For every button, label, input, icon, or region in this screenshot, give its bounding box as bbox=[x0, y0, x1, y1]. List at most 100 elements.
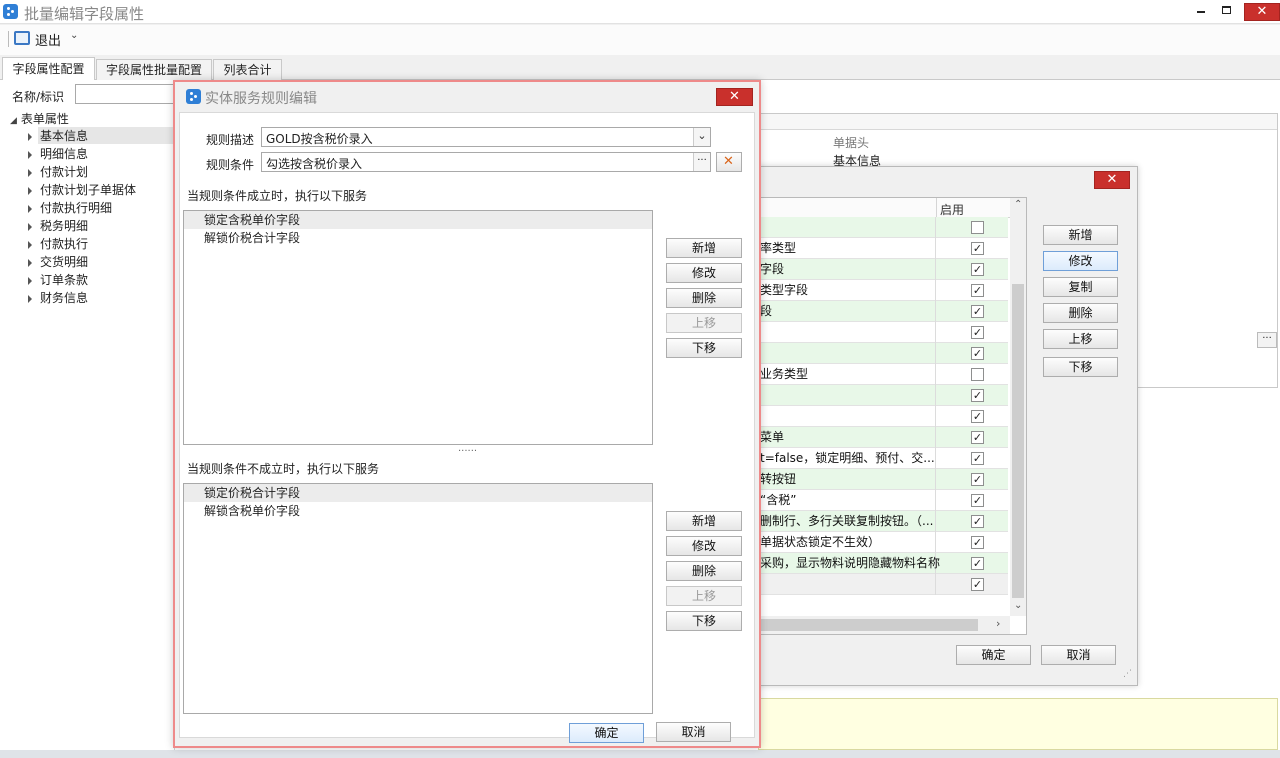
enable-checkbox[interactable]: ✓ bbox=[971, 410, 984, 423]
rule-list-down-button[interactable]: 下移 bbox=[1043, 357, 1118, 377]
true-down-button[interactable]: 下移 bbox=[666, 338, 742, 358]
tree-item-pay-exec-detail[interactable]: 付款执行明细 bbox=[28, 199, 112, 217]
true-edit-button[interactable]: 修改 bbox=[666, 263, 742, 283]
rule-description-cell: 转按钮 bbox=[760, 472, 797, 486]
enable-checkbox[interactable]: ✓ bbox=[971, 578, 984, 591]
tree-item-basic[interactable]: 基本信息 bbox=[28, 127, 88, 145]
hscroll-thumb[interactable] bbox=[752, 619, 978, 631]
enable-checkbox[interactable]: ✓ bbox=[971, 389, 984, 402]
rule-list-up-button[interactable]: 上移 bbox=[1043, 329, 1118, 349]
rule-list-edit-button[interactable]: 修改 bbox=[1043, 251, 1118, 271]
rule-list-copy-button[interactable]: 复制 bbox=[1043, 277, 1118, 297]
tree-item-detail[interactable]: 明细信息 bbox=[28, 145, 88, 163]
exit-icon bbox=[14, 31, 30, 45]
rule-description-cell bbox=[760, 217, 990, 238]
tab-list-total[interactable]: 列表合计 bbox=[213, 59, 282, 80]
true-section-label: 当规则条件成立时，执行以下服务 bbox=[187, 189, 368, 203]
dropdown-chevron-icon[interactable]: ⌄ bbox=[693, 128, 710, 146]
rule-description-cell: 段 bbox=[760, 304, 773, 318]
enable-checkbox[interactable] bbox=[971, 221, 984, 234]
tree-item-pay-exec[interactable]: 付款执行 bbox=[28, 235, 88, 253]
exit-button[interactable]: 退出 ⌄ bbox=[14, 29, 84, 49]
rule-description-cell: 业务类型 bbox=[760, 367, 809, 381]
tree-root[interactable]: ◢ 表单属性 bbox=[10, 110, 69, 128]
filter-label: 名称/标识 bbox=[12, 90, 65, 104]
rule-list-ok-button[interactable]: 确定 bbox=[956, 645, 1031, 665]
true-up-button[interactable]: 上移 bbox=[666, 313, 742, 333]
enable-checkbox[interactable] bbox=[971, 368, 984, 381]
false-down-button[interactable]: 下移 bbox=[666, 611, 742, 631]
tab-field-attr[interactable]: 字段属性配置 bbox=[2, 57, 95, 81]
false-delete-button[interactable]: 删除 bbox=[666, 561, 742, 581]
false-add-button[interactable]: 新增 bbox=[666, 511, 742, 531]
false-edit-button[interactable]: 修改 bbox=[666, 536, 742, 556]
rule-cond-field[interactable]: 勾选按含税价录入 ··· bbox=[261, 152, 711, 172]
scroll-right-icon[interactable]: › bbox=[996, 617, 1000, 630]
enable-checkbox[interactable]: ✓ bbox=[971, 431, 984, 444]
enable-checkbox[interactable]: ✓ bbox=[971, 494, 984, 507]
enable-checkbox[interactable]: ✓ bbox=[971, 347, 984, 360]
tree-item-pay-plan[interactable]: 付款计划 bbox=[28, 163, 88, 181]
rule-description-cell: 菜单 bbox=[760, 430, 785, 444]
list-item[interactable]: 锁定含税单价字段 bbox=[184, 211, 652, 229]
rule-edit-dialog: 实体服务规则编辑 ✕ 规则描述 GOLD按含税价录入 ⌄ 规则条件 勾选按含税价… bbox=[173, 80, 761, 748]
enable-checkbox[interactable]: ✓ bbox=[971, 242, 984, 255]
true-add-button[interactable]: 新增 bbox=[666, 238, 742, 258]
resize-grip-icon[interactable]: ⋰ bbox=[1123, 669, 1132, 679]
list-item[interactable]: 锁定价税合计字段 bbox=[184, 484, 652, 502]
rule-edit-ok-button[interactable]: 确定 bbox=[569, 723, 644, 743]
enable-checkbox[interactable]: ✓ bbox=[971, 557, 984, 570]
scroll-up-icon[interactable]: ⌃ bbox=[1014, 199, 1022, 210]
tree-item-terms[interactable]: 订单条款 bbox=[28, 271, 88, 289]
list-item[interactable]: 解锁含税单价字段 bbox=[184, 502, 652, 520]
tab-batch-config[interactable]: 字段属性批量配置 bbox=[96, 59, 212, 80]
header-divider bbox=[936, 198, 937, 218]
clear-condition-button[interactable]: ✕ bbox=[716, 152, 742, 172]
tree-arrow-icon bbox=[28, 132, 32, 141]
list-item[interactable]: 解锁价税合计字段 bbox=[184, 229, 652, 247]
grid-ellipsis-button[interactable]: ··· bbox=[1257, 332, 1277, 348]
scroll-thumb[interactable] bbox=[1012, 284, 1024, 598]
enable-checkbox[interactable]: ✓ bbox=[971, 305, 984, 318]
rule-list-cancel-button[interactable]: 取消 bbox=[1041, 645, 1116, 665]
enable-checkbox[interactable]: ✓ bbox=[971, 536, 984, 549]
false-up-button[interactable]: 上移 bbox=[666, 586, 742, 606]
tree-arrow-icon bbox=[28, 204, 32, 213]
app-icon bbox=[3, 4, 18, 19]
cond-ellipsis-button[interactable]: ··· bbox=[693, 153, 710, 171]
tree-item-delivery[interactable]: 交货明细 bbox=[28, 253, 88, 271]
enable-checkbox[interactable]: ✓ bbox=[971, 452, 984, 465]
enable-checkbox[interactable]: ✓ bbox=[971, 473, 984, 486]
rule-description-cell: t=false，锁定明细、预付、交... bbox=[760, 451, 935, 465]
tree-arrow-icon bbox=[28, 150, 32, 159]
property-grid-header bbox=[759, 114, 1277, 130]
restore-icon[interactable] bbox=[1222, 6, 1231, 14]
tree-item-finance[interactable]: 财务信息 bbox=[28, 289, 88, 307]
section-splitter[interactable]: ...... bbox=[458, 443, 477, 454]
true-delete-button[interactable]: 删除 bbox=[666, 288, 742, 308]
enable-checkbox[interactable]: ✓ bbox=[971, 326, 984, 339]
enable-checkbox[interactable]: ✓ bbox=[971, 263, 984, 276]
enable-checkbox[interactable]: ✓ bbox=[971, 515, 984, 528]
rule-list-close-icon[interactable]: ✕ bbox=[1094, 171, 1130, 189]
filter-input[interactable] bbox=[75, 84, 175, 104]
true-service-list: 锁定含税单价字段 解锁价税合计字段 bbox=[183, 210, 653, 445]
tree-expanded-icon: ◢ bbox=[10, 116, 17, 126]
rule-edit-close-icon[interactable]: ✕ bbox=[716, 88, 753, 106]
status-bar bbox=[0, 750, 1280, 758]
rule-list-delete-button[interactable]: 删除 bbox=[1043, 303, 1118, 323]
chevron-down-icon[interactable]: ⌄ bbox=[70, 30, 78, 41]
rule-list-add-button[interactable]: 新增 bbox=[1043, 225, 1118, 245]
enable-checkbox[interactable]: ✓ bbox=[971, 284, 984, 297]
close-icon[interactable]: ✕ bbox=[1244, 3, 1280, 21]
rule-list-hscroll[interactable]: › bbox=[752, 616, 1010, 634]
scroll-down-icon[interactable]: ⌄ bbox=[1014, 600, 1022, 611]
tree-arrow-icon bbox=[28, 294, 32, 303]
rule-desc-select[interactable]: GOLD按含税价录入 ⌄ bbox=[261, 127, 711, 147]
rule-list-vscroll[interactable]: ⌃ ⌄ bbox=[1010, 198, 1026, 616]
rule-edit-cancel-button[interactable]: 取消 bbox=[656, 722, 731, 742]
minimize-icon[interactable] bbox=[1197, 11, 1205, 13]
tree-item-pay-plan-sub[interactable]: 付款计划子单据体 bbox=[28, 181, 136, 199]
tab-strip: 字段属性配置 字段属性批量配置 列表合计 bbox=[0, 56, 1280, 81]
tree-item-tax-detail[interactable]: 税务明细 bbox=[28, 217, 88, 235]
